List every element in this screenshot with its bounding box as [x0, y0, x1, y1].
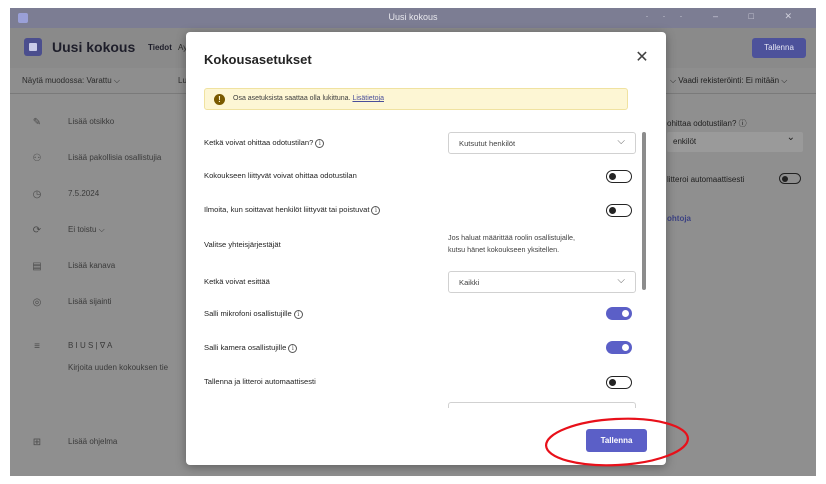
co-organizers-label: Valitse yhteisjärjestäjät: [204, 240, 281, 249]
registration-dropdown[interactable]: ⌵ Vaadi rekisteröinti: Ei mitään ⌵: [670, 76, 787, 86]
info-icon[interactable]: i: [371, 206, 381, 215]
repeat-row[interactable]: ⟳ Ei toistu ⌵: [30, 219, 210, 245]
notice-text-wrap: Osa asetuksista saattaa olla lukittuna. …: [233, 95, 384, 102]
description-row[interactable]: Kirjoita uuden kokouksen tie: [30, 357, 210, 383]
description-field[interactable]: Kirjoita uuden kokouksen tie: [68, 363, 168, 372]
dialin-bypass-toggle[interactable]: [606, 170, 632, 183]
format-icon: ≡: [34, 341, 40, 352]
allow-camera-toggle[interactable]: [606, 341, 632, 354]
side-record-label: litteroi automaattisesti: [667, 175, 745, 184]
window-titlebar: Uusi kokous ··· – □ ✕: [10, 8, 816, 28]
date-row[interactable]: ◷ 7.5.2024: [30, 183, 210, 209]
pencil-icon: ✎: [32, 117, 42, 128]
allow-mic-label-wrap: Salli mikrofoni osallistujille i: [204, 309, 303, 319]
side-record-toggle[interactable]: [779, 173, 801, 184]
learn-more-link[interactable]: Lisätietoja: [352, 95, 384, 102]
info-icon[interactable]: i: [293, 310, 303, 319]
toggle-knob: [609, 206, 616, 214]
attendees-row[interactable]: ⚇ Lisää pakollisia osallistujia: [30, 147, 210, 173]
channel-icon: ▤: [32, 261, 42, 272]
location-icon: ◎: [32, 297, 42, 308]
agenda-field[interactable]: Lisää ohjelma: [68, 437, 117, 446]
window-controls[interactable]: ··· – □ ✕: [646, 11, 806, 22]
title-row[interactable]: ✎ Lisää otsikko: [30, 111, 210, 137]
chevron-down-icon: ⌵: [617, 275, 625, 286]
date-field[interactable]: 7.5.2024: [68, 189, 99, 198]
agenda-row[interactable]: ⊞ Lisää ohjelma: [30, 431, 210, 457]
allow-camera-label-wrap: Salli kamera osallistujille i: [204, 343, 298, 353]
calendar-icon: [24, 38, 42, 56]
title-field[interactable]: Lisää otsikko: [68, 117, 114, 126]
dialin-bypass-label: Kokoukseen liittyvät voivat ohittaa odot…: [204, 171, 357, 180]
side-more-options-link[interactable]: ohtoja: [667, 214, 691, 223]
header-save-button[interactable]: Tallenna: [752, 38, 806, 58]
record-transcribe-label: Tallenna ja litteroi automaattisesti: [204, 377, 316, 386]
bypass-lobby-label-wrap: Ketkä voivat ohittaa odotustilan? i: [204, 138, 325, 148]
setting-announce-callers: Ilmoita, kun soittavat henkilöt liittyvä…: [204, 202, 632, 222]
setting-dialin-bypass: Kokoukseen liittyvät voivat ohittaa odot…: [204, 168, 632, 188]
people-icon: ⚇: [32, 153, 42, 164]
location-row[interactable]: ◎ Lisää sijainti: [30, 291, 210, 317]
notice-text: Osa asetuksista saattaa olla lukittuna.: [233, 95, 351, 102]
allow-mic-toggle[interactable]: [606, 307, 632, 320]
setting-allow-camera: Salli kamera osallistujille i: [204, 340, 632, 360]
info-icon[interactable]: i: [315, 139, 325, 148]
repeat-icon: ⟳: [32, 225, 42, 236]
bypass-lobby-label: Ketkä voivat ohittaa odotustilan?: [204, 138, 314, 147]
announce-callers-label-wrap: Ilmoita, kun soittavat henkilöt liittyvä…: [204, 205, 381, 215]
channel-field[interactable]: Lisää kanava: [68, 261, 115, 270]
attendees-field[interactable]: Lisää pakollisia osallistujia: [68, 153, 161, 162]
toggle-knob: [622, 344, 629, 351]
toggle-knob: [609, 378, 616, 386]
repeat-dropdown[interactable]: Ei toistu ⌵: [68, 225, 105, 235]
settings-scroll-area[interactable]: Ketkä voivat ohittaa odotustilan? i Kutsu…: [186, 118, 666, 408]
announce-callers-toggle[interactable]: [606, 204, 632, 217]
chevron-down-icon: ⌵: [617, 136, 625, 147]
meeting-options-dialog: Kokousasetukset ✕ ! Osa asetuksista saat…: [186, 32, 666, 465]
who-can-present-dropdown[interactable]: Kaikki ⌵: [448, 271, 636, 293]
who-can-present-label: Ketkä voivat esittää: [204, 277, 270, 286]
channel-row[interactable]: ▤ Lisää kanava: [30, 255, 210, 281]
setting-allow-mic: Salli mikrofoni osallistujille i: [204, 306, 632, 326]
close-icon[interactable]: ✕: [632, 48, 652, 68]
clock-icon: ◷: [32, 189, 42, 200]
dialog-title: Kokousasetukset: [204, 52, 312, 67]
setting-bypass-lobby: Ketkä voivat ohittaa odotustilan? i Kutsu…: [204, 132, 636, 156]
setting-record-transcribe: Tallenna ja litteroi automaattisesti: [204, 374, 632, 394]
show-as-dropdown[interactable]: Näytä muodossa: Varattu ⌵: [22, 76, 120, 86]
toggle-knob: [622, 310, 629, 317]
side-lobby-label: ohittaa odotustilan? ⓘ: [667, 119, 747, 128]
co-organizers-hint-line1: Jos haluat määrittää roolin osallistujal…: [448, 233, 576, 242]
agenda-icon: ⊞: [32, 437, 42, 448]
meeting-title: Uusi kokous: [52, 39, 136, 55]
allow-camera-label: Salli kamera osallistujille: [204, 343, 287, 352]
who-can-present-value: Kaikki: [459, 278, 480, 287]
bypass-lobby-dropdown[interactable]: Kutsutut henkilöt ⌵: [448, 132, 636, 154]
bypass-lobby-value: Kutsutut henkilöt: [459, 139, 516, 148]
info-icon[interactable]: i: [288, 344, 298, 353]
setting-co-organizers: Valitse yhteisjärjestäjät Jos haluat mää…: [204, 232, 628, 262]
announce-callers-label: Ilmoita, kun soittavat henkilöt liittyvä…: [204, 205, 370, 214]
modal-save-button[interactable]: Tallenna: [586, 429, 647, 452]
side-lobby-dropdown[interactable]: enkilöt: [667, 128, 803, 152]
format-toolbar[interactable]: B I U S | ∇ A: [68, 341, 112, 350]
warning-icon: !: [214, 94, 225, 105]
co-organizers-hint-line2: kutsu hänet kokoukseen yksitellen.: [448, 245, 560, 254]
record-transcribe-toggle[interactable]: [606, 376, 632, 389]
locked-settings-notice: ! Osa asetuksista saattaa olla lukittuna…: [204, 88, 628, 110]
settings-scrollbar[interactable]: [642, 132, 646, 290]
tab-details[interactable]: Tiedot: [148, 43, 172, 52]
next-setting-dropdown[interactable]: [448, 402, 636, 408]
toggle-knob: [609, 172, 616, 180]
allow-mic-label: Salli mikrofoni osallistujille: [204, 309, 292, 318]
location-field[interactable]: Lisää sijainti: [68, 297, 112, 306]
setting-who-can-present: Ketkä voivat esittää Kaikki ⌵: [204, 271, 636, 295]
